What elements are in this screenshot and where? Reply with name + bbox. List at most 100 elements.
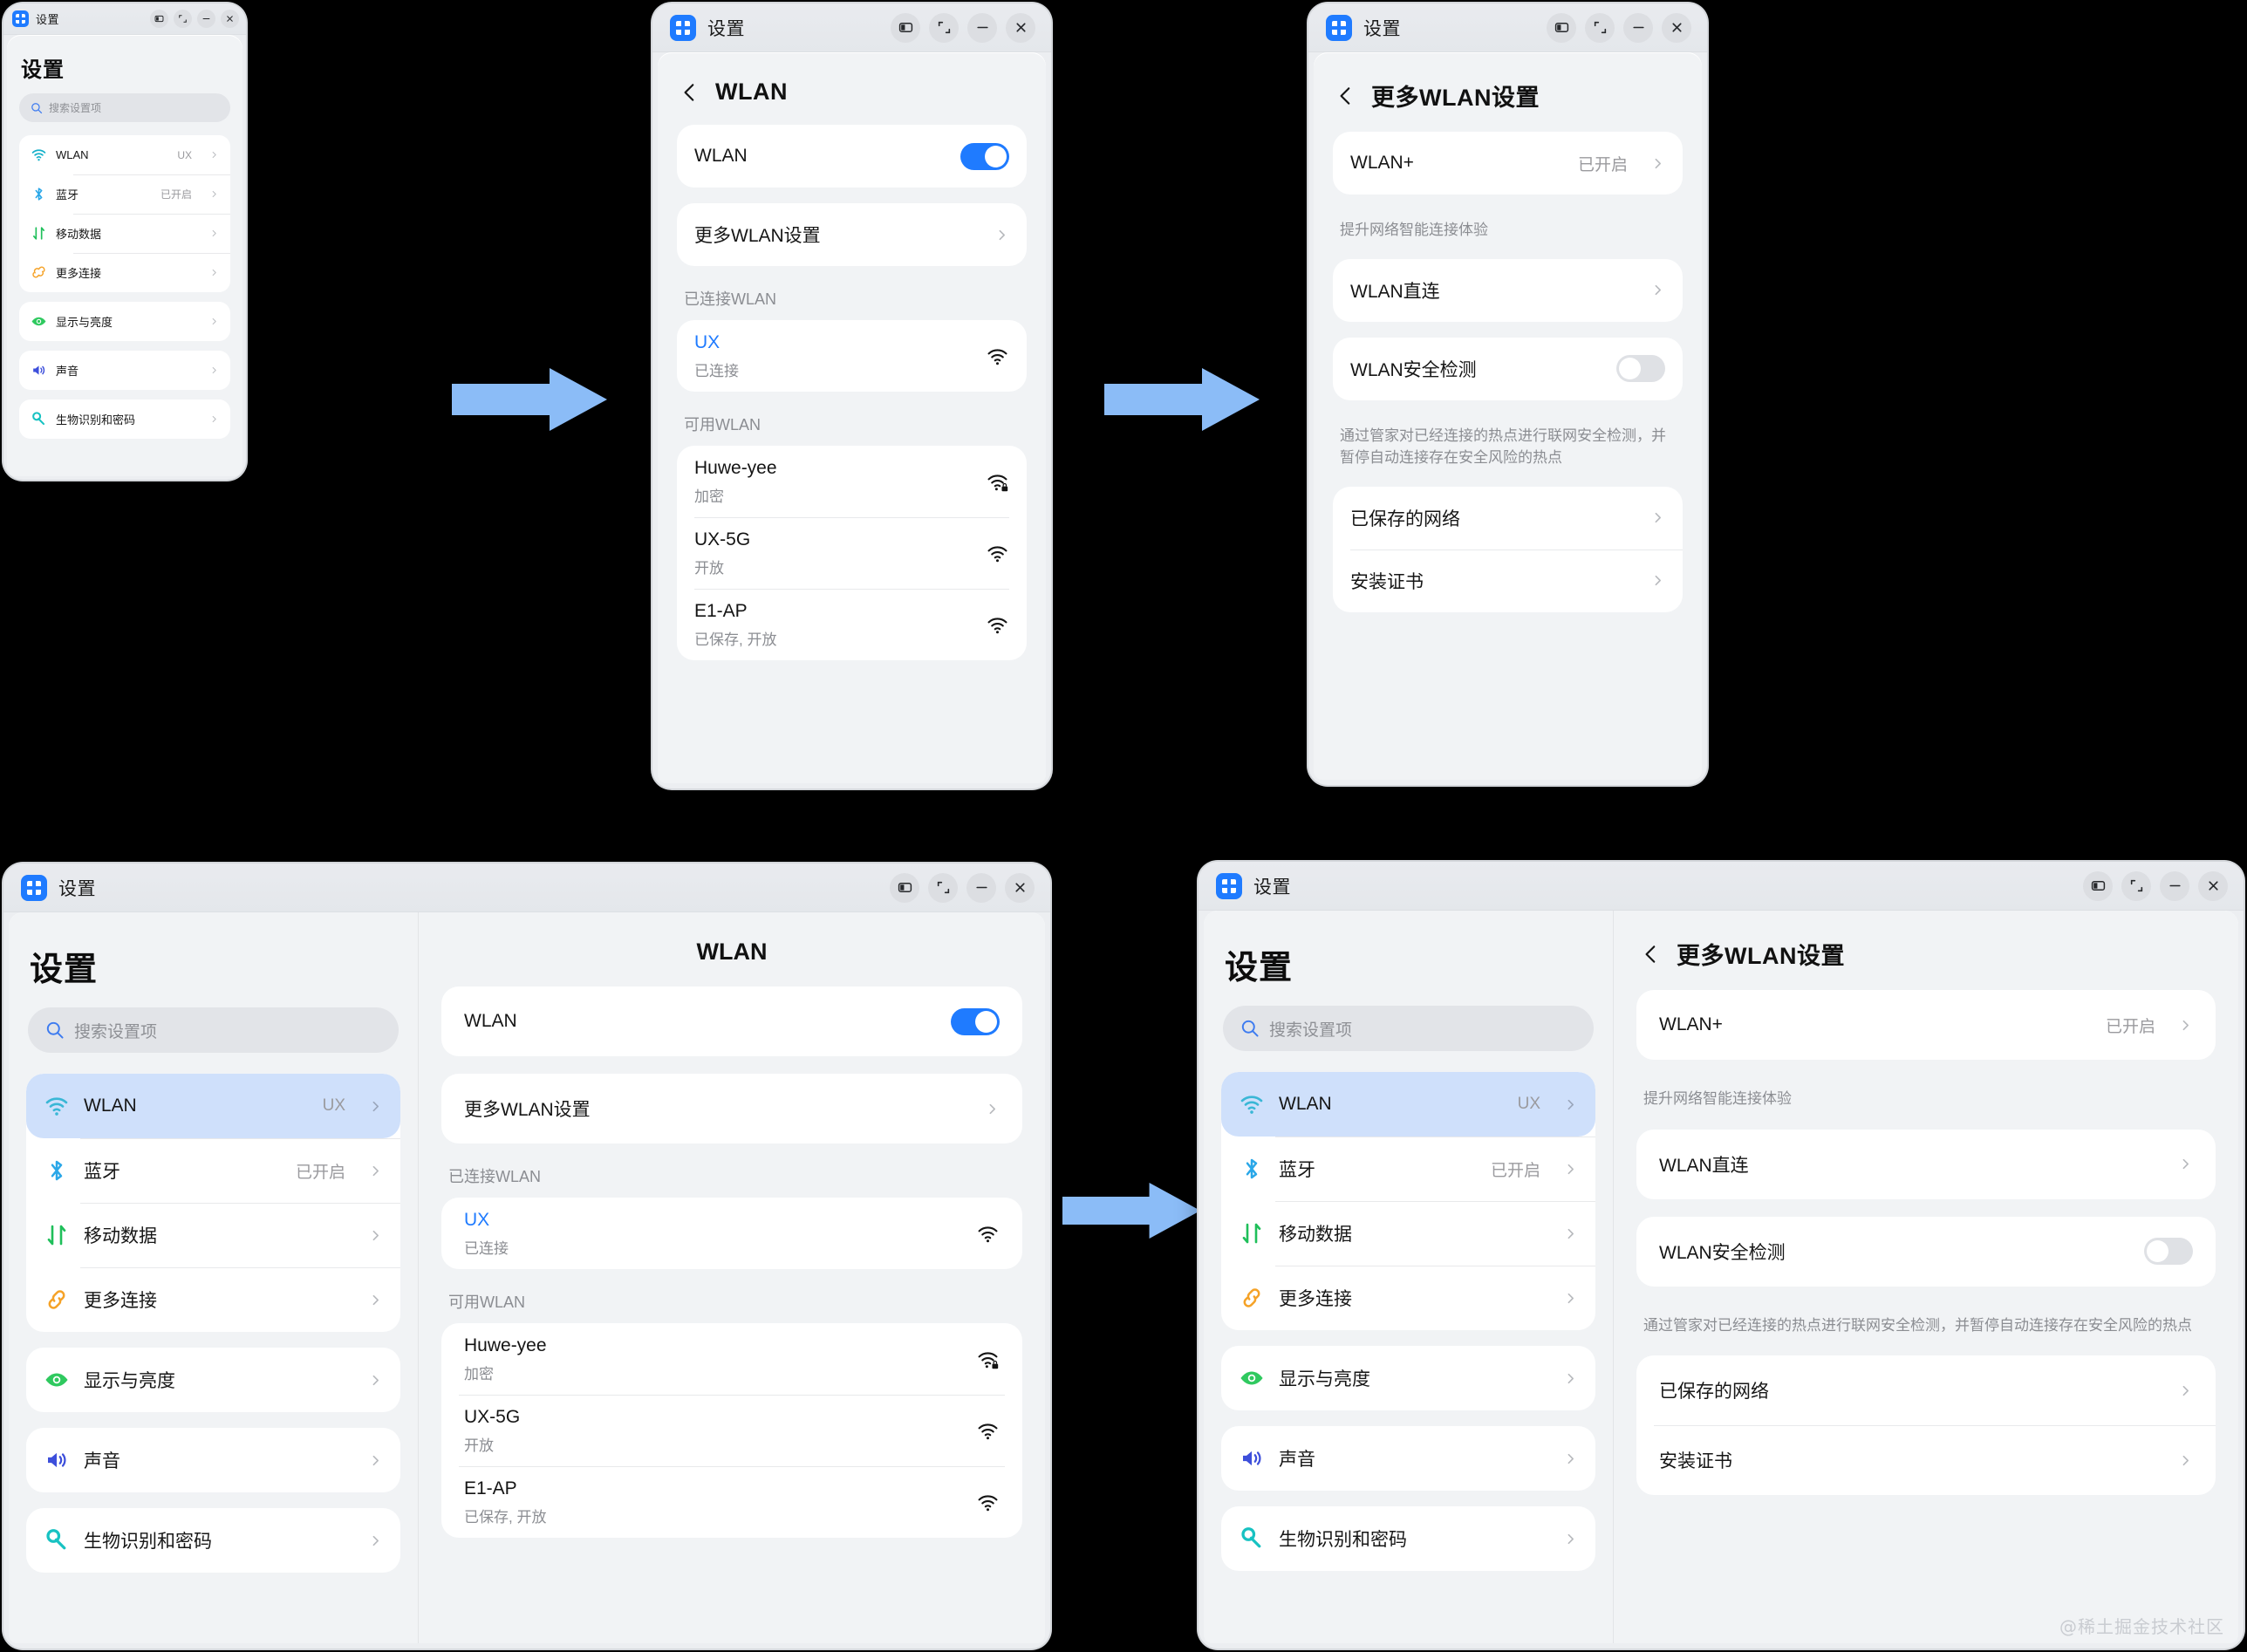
sidebar-item-sound[interactable]: 声音 <box>1221 1426 1595 1491</box>
wifi-row-connected[interactable]: UX 已连接 <box>677 320 1027 392</box>
sidebar-item-biometrics[interactable]: 生物识别和密码 <box>19 399 230 439</box>
sidebar-item-display[interactable]: 显示与亮度 <box>1221 1346 1595 1410</box>
sidebar-item-more-connections[interactable]: 更多连接 <box>26 1267 400 1332</box>
window-settings-more-wlan-wide[interactable]: 设置 设置 搜索设置项 WLAN UX 蓝牙 已开启 移动数据 更多连接 显示与… <box>1199 862 2244 1649</box>
minimize-button[interactable] <box>2160 870 2189 901</box>
restore-button[interactable] <box>928 872 958 903</box>
split-view-button[interactable] <box>1547 12 1576 43</box>
split-view-button[interactable] <box>891 12 920 43</box>
titlebar[interactable]: 设置 <box>1308 3 1707 52</box>
chevron-right-icon <box>1563 1371 1578 1386</box>
sidebar-item-mobile-data[interactable]: 移动数据 <box>1221 1201 1595 1266</box>
wifi-row[interactable]: UX-5G 开放 <box>677 517 1027 589</box>
close-button[interactable] <box>1662 12 1691 43</box>
wlan-security-row[interactable]: WLAN安全检测 <box>1333 338 1683 400</box>
install-cert-row[interactable]: 安装证书 <box>1333 549 1683 612</box>
back-button[interactable] <box>679 81 701 104</box>
wlan-toggle-row[interactable]: WLAN <box>677 125 1027 188</box>
sidebar-item-sound[interactable]: 声音 <box>26 1428 400 1492</box>
wlan-direct-row[interactable]: WLAN直连 <box>1333 259 1683 322</box>
connected-wlan-group-label: 已连接WLAN <box>684 290 777 308</box>
content-shell: 更多WLAN设置 WLAN+ 已开启 提升网络智能连接体验 WLAN直连 WLA… <box>1314 52 1702 780</box>
app-icon <box>1326 14 1352 41</box>
window-wlan-compact[interactable]: 设置 WLAN WLAN 更多WLAN设置 已连接WLAN UX 已连接 可用W… <box>652 3 1051 788</box>
minimize-button[interactable] <box>1623 12 1653 43</box>
wifi-row-connected[interactable]: UX 已连接 <box>441 1198 1022 1269</box>
wifi-status: 已连接 <box>464 1240 509 1258</box>
wifi-row[interactable]: E1-AP 已保存, 开放 <box>677 589 1027 660</box>
sidebar-item-bluetooth[interactable]: 蓝牙 已开启 <box>19 174 230 214</box>
restore-button[interactable] <box>2121 870 2151 901</box>
more-wlan-settings-row[interactable]: 更多WLAN设置 <box>677 203 1027 266</box>
wlan-security-toggle[interactable] <box>2144 1238 2193 1265</box>
wifi-ssid: Huwe-yee <box>464 1335 547 1355</box>
wlan-toggle-card: WLAN <box>677 125 1027 188</box>
more-wlan-settings-row[interactable]: 更多WLAN设置 <box>441 1074 1022 1143</box>
close-button[interactable] <box>1005 872 1035 903</box>
titlebar[interactable]: 设置 <box>1199 862 2244 911</box>
sidebar-item-wlan[interactable]: WLAN UX <box>19 135 230 174</box>
wifi-row[interactable]: UX-5G 开放 <box>441 1395 1022 1466</box>
close-button[interactable] <box>1006 12 1035 43</box>
close-button[interactable] <box>2198 870 2228 901</box>
sidebar-item-sound[interactable]: 声音 <box>19 351 230 390</box>
wifi-row[interactable]: Huwe-yee 加密 <box>677 446 1027 517</box>
chevron-right-icon <box>368 1533 383 1548</box>
more-wlan-settings-label: 更多WLAN设置 <box>464 1100 591 1120</box>
search-input[interactable]: 搜索设置项 <box>28 1007 399 1053</box>
settings-group-3: 声音 <box>19 351 230 390</box>
wifi-status: 已连接 <box>694 363 739 380</box>
wlan-security-toggle[interactable] <box>1616 355 1665 382</box>
split-view-button[interactable] <box>150 10 168 28</box>
sidebar-item-label: 显示与亮度 <box>56 316 113 329</box>
window-settings-wlan-wide[interactable]: 设置 设置 搜索设置项 WLAN UX 蓝牙 已开启 移动数据 更多连接 显示与… <box>3 864 1050 1649</box>
install-cert-row[interactable]: 安装证书 <box>1636 1425 2216 1495</box>
wlan-direct-row[interactable]: WLAN直连 <box>1636 1130 2216 1199</box>
sidebar-item-mobile-data[interactable]: 移动数据 <box>19 214 230 253</box>
sidebar-item-bluetooth[interactable]: 蓝牙 已开启 <box>1221 1137 1595 1201</box>
sidebar-item-biometrics[interactable]: 生物识别和密码 <box>26 1508 400 1573</box>
eye-icon <box>1239 1365 1265 1391</box>
sidebar-item-wlan[interactable]: WLAN UX <box>26 1074 400 1138</box>
wlan-toggle[interactable] <box>960 142 1009 170</box>
minimize-button[interactable] <box>197 10 215 28</box>
wlan-plus-row[interactable]: WLAN+ 已开启 <box>1636 990 2216 1060</box>
app-icon <box>21 874 47 901</box>
split-view-button[interactable] <box>2083 870 2113 901</box>
minimize-button[interactable] <box>966 872 996 903</box>
sidebar-item-display[interactable]: 显示与亮度 <box>19 302 230 341</box>
wlan-toggle[interactable] <box>951 1007 1000 1035</box>
back-button[interactable] <box>1335 85 1357 107</box>
back-button[interactable] <box>1640 943 1663 966</box>
key-icon <box>1239 1526 1265 1552</box>
saved-networks-row[interactable]: 已保存的网络 <box>1636 1355 2216 1425</box>
wlan-toggle-row[interactable]: WLAN <box>441 986 1022 1056</box>
minimize-button[interactable] <box>967 12 997 43</box>
sidebar-item-more-connections[interactable]: 更多连接 <box>19 253 230 292</box>
sidebar-item-display[interactable]: 显示与亮度 <box>26 1348 400 1412</box>
sidebar-item-mobile-data[interactable]: 移动数据 <box>26 1203 400 1267</box>
sidebar-item-biometrics[interactable]: 生物识别和密码 <box>1221 1506 1595 1571</box>
saved-networks-label: 已保存的网络 <box>1659 1382 1769 1402</box>
sidebar-item-bluetooth[interactable]: 蓝牙 已开启 <box>26 1138 400 1203</box>
split-view-button[interactable] <box>890 872 919 903</box>
titlebar[interactable]: 设置 <box>652 3 1051 52</box>
restore-button[interactable] <box>929 12 959 43</box>
restore-button[interactable] <box>1585 12 1615 43</box>
saved-networks-row[interactable]: 已保存的网络 <box>1333 487 1683 550</box>
titlebar[interactable]: 设置 <box>3 864 1050 912</box>
window-more-wlan-compact[interactable]: 设置 更多WLAN设置 WLAN+ 已开启 提升网络智能连接体验 WLAN直连 … <box>1308 3 1707 785</box>
key-icon <box>31 411 47 427</box>
search-input[interactable]: 搜索设置项 <box>19 93 230 122</box>
wlan-plus-row[interactable]: WLAN+ 已开启 <box>1333 132 1683 195</box>
restore-button[interactable] <box>174 10 192 28</box>
search-input[interactable]: 搜索设置项 <box>1223 1006 1594 1051</box>
sidebar-item-wlan[interactable]: WLAN UX <box>1221 1072 1595 1137</box>
wifi-row[interactable]: Huwe-yee 加密 <box>441 1323 1022 1395</box>
wifi-row[interactable]: E1-AP 已保存, 开放 <box>441 1466 1022 1538</box>
wlan-security-row[interactable]: WLAN安全检测 <box>1636 1217 2216 1287</box>
titlebar[interactable]: 设置 <box>3 3 246 35</box>
sidebar-item-more-connections[interactable]: 更多连接 <box>1221 1266 1595 1330</box>
close-button[interactable] <box>221 10 239 28</box>
window-settings-home-compact[interactable]: 设置 设置 搜索设置项 WLAN UX 蓝牙 已开启 移动数据 更多连接 显示与… <box>3 3 246 480</box>
